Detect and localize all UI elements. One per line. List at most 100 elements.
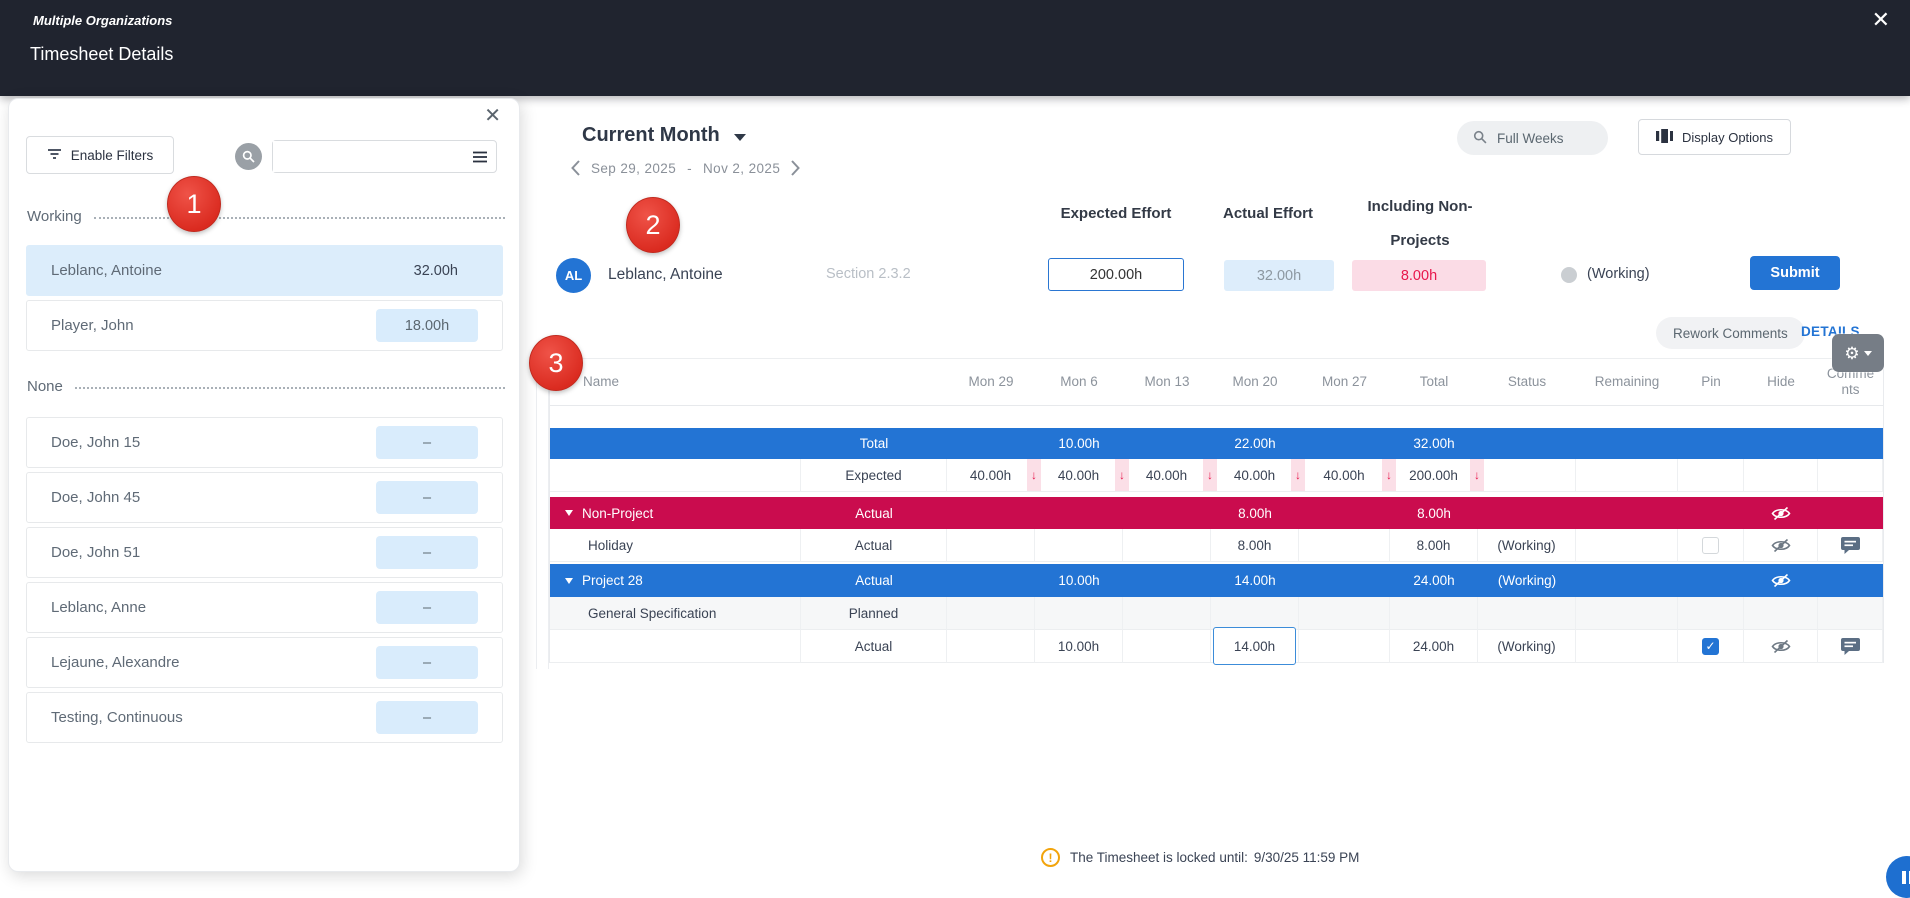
annotation-step-1: 1 [167, 176, 221, 232]
period-selector[interactable]: Current Month [582, 124, 746, 147]
dialog-close-icon[interactable]: ✕ [1872, 9, 1890, 31]
cell-mon27[interactable] [1299, 630, 1390, 663]
enable-filters-button[interactable]: Enable Filters [26, 136, 174, 174]
previous-period-icon[interactable] [571, 160, 580, 176]
cell-pin: ✓ [1678, 630, 1744, 663]
cell-mon6[interactable] [1035, 529, 1123, 562]
warning-icon: ! [1041, 848, 1060, 867]
column-header-pin[interactable]: Pin [1678, 374, 1744, 390]
resource-row-doe-john-15[interactable]: Doe, John 15 – [26, 417, 503, 468]
column-header-mon29[interactable]: Mon 29 [947, 374, 1035, 390]
search-icon[interactable] [235, 143, 262, 170]
column-header-mon20[interactable]: Mon 20 [1211, 374, 1299, 390]
including-non-projects-value: 8.00h [1352, 260, 1486, 291]
cell-remaining [1576, 597, 1678, 630]
cell-mon29 [947, 597, 1035, 630]
pin-checkbox-checked[interactable]: ✓ [1702, 638, 1719, 655]
including-line1: Including Non- [1368, 198, 1473, 215]
cell-comments [1818, 497, 1883, 529]
cell-remaining [1576, 630, 1678, 663]
column-header-mon13[interactable]: Mon 13 [1123, 374, 1211, 390]
cell-comments [1818, 564, 1883, 597]
cell-comments [1818, 597, 1883, 630]
row-name-cell [550, 630, 801, 663]
column-header-hide[interactable]: Hide [1744, 374, 1818, 390]
hide-eye-slash-icon[interactable] [1771, 538, 1791, 553]
cell-mon27: 40.00h↓ [1299, 459, 1390, 492]
cell-mon27[interactable] [1299, 529, 1390, 562]
display-options-label: Display Options [1682, 130, 1773, 145]
column-header-name[interactable]: Name [550, 374, 947, 390]
cell-mon29[interactable] [947, 529, 1035, 562]
annotation-step-3: 3 [529, 335, 583, 391]
under-allocation-arrow-icon: ↓ [1027, 459, 1041, 491]
hide-eye-slash-icon[interactable] [1771, 639, 1791, 654]
cell-remaining [1576, 529, 1678, 562]
resource-hours-badge: – [376, 701, 478, 734]
table-row-general-specification[interactable]: General Specification Planned [550, 597, 1883, 630]
cell-mon13[interactable] [1123, 529, 1211, 562]
cell-mon20[interactable]: 14.00h [1211, 630, 1299, 663]
group-divider [75, 387, 505, 389]
display-options-button[interactable]: Display Options [1638, 119, 1791, 155]
pin-checkbox[interactable] [1702, 537, 1719, 554]
row-type-cell: Expected [801, 459, 947, 492]
row-name-cell: General Specification [550, 597, 801, 630]
cell-mon6[interactable]: 10.00h [1035, 630, 1123, 663]
under-allocation-arrow-icon: ↓ [1382, 459, 1396, 491]
including-non-projects-header: Including Non- Projects [1340, 190, 1500, 258]
drawer-close-icon[interactable]: ✕ [484, 103, 501, 128]
person-section: Section 2.3.2 [826, 266, 911, 282]
column-header-mon6[interactable]: Mon 6 [1035, 374, 1123, 390]
resource-row-testing-continuous[interactable]: Testing, Continuous – [26, 692, 503, 743]
collapse-caret-icon[interactable] [565, 578, 573, 584]
cell-hide [1744, 630, 1818, 663]
collapse-caret-icon[interactable] [565, 510, 573, 516]
cell-pin [1678, 428, 1744, 459]
cell-mon20 [1211, 597, 1299, 630]
cell-mon29[interactable] [947, 630, 1035, 663]
cell-mon13[interactable] [1123, 630, 1211, 663]
expected-effort-input[interactable] [1048, 258, 1184, 291]
resource-row-player-john[interactable]: Player, John 18.00h [26, 300, 503, 351]
table-row-non-project[interactable]: Non-Project Actual 8.00h 8.00h [550, 497, 1883, 529]
full-weeks-search[interactable]: Full Weeks [1457, 121, 1608, 155]
resource-row-lejaune-alexandre[interactable]: Lejaune, Alexandre – [26, 637, 503, 688]
group-header-none: None [27, 378, 505, 395]
comment-icon[interactable] [1841, 537, 1860, 554]
column-header-status[interactable]: Status [1478, 374, 1576, 390]
cell-pin [1678, 597, 1744, 630]
column-header-mon27[interactable]: Mon 27 [1299, 374, 1390, 390]
selected-time-entry-cell[interactable]: 14.00h [1213, 627, 1296, 665]
cell-mon20[interactable]: 8.00h [1211, 529, 1299, 562]
table-row-holiday[interactable]: Holiday Actual 8.00h 8.00h (Working) [550, 529, 1883, 562]
cell-mon20: 14.00h [1211, 564, 1299, 597]
cell-comments [1818, 459, 1883, 492]
table-row-project-28[interactable]: Project 28 Actual 10.00h 14.00h 24.00h (… [550, 564, 1883, 597]
comment-icon[interactable] [1841, 638, 1860, 655]
resource-row-doe-john-45[interactable]: Doe, John 45 – [26, 472, 503, 523]
organization-context: Multiple Organizations [33, 13, 172, 28]
cell-mon20: 8.00h [1211, 497, 1299, 529]
hide-eye-slash-icon[interactable] [1771, 506, 1791, 521]
resource-center-button[interactable] [1886, 856, 1910, 898]
column-header-remaining[interactable]: Remaining [1576, 374, 1678, 390]
under-allocation-arrow-icon: ↓ [1470, 459, 1484, 491]
cell-hide [1744, 459, 1818, 492]
submit-button[interactable]: Submit [1750, 256, 1840, 290]
rework-comments-pill[interactable]: Rework Comments [1656, 317, 1805, 349]
resource-row-doe-john-51[interactable]: Doe, John 51 – [26, 527, 503, 578]
resource-search-input[interactable] [273, 141, 473, 172]
locked-message-text: The Timesheet is locked until: [1070, 850, 1248, 865]
resource-hours-badge: – [376, 591, 478, 624]
resource-row-leblanc-anne[interactable]: Leblanc, Anne – [26, 582, 503, 633]
column-header-total[interactable]: Total [1390, 374, 1478, 390]
settings-button[interactable]: ⚙ [1832, 334, 1884, 372]
gear-icon: ⚙ [1844, 345, 1859, 362]
resource-row-leblanc-antoine[interactable]: Leblanc, Antoine 32.00h [26, 245, 503, 296]
hide-eye-slash-icon[interactable] [1771, 573, 1791, 588]
row-type-cell: Actual [801, 497, 947, 529]
table-row-project-28-actual[interactable]: Actual 10.00h 14.00h 24.00h (Working) ✓ [550, 630, 1883, 663]
next-period-icon[interactable] [791, 160, 800, 176]
search-menu-icon[interactable] [473, 151, 496, 163]
